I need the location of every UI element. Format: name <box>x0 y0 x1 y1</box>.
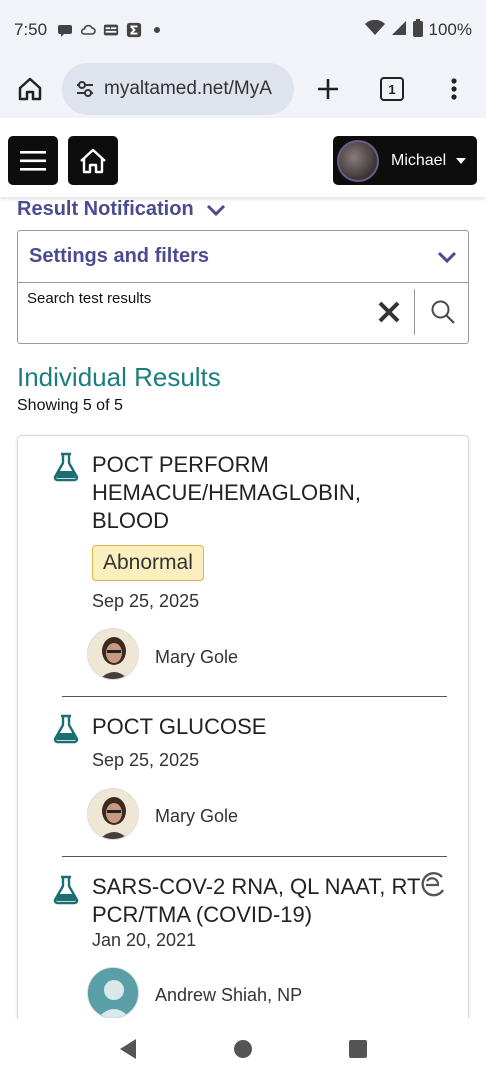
list-item[interactable]: POCT GLUCOSE Sep 25, 2025 Mary Gole <box>18 698 468 857</box>
url-text: myaltamed.net/MyA <box>104 78 272 99</box>
browser-menu-button[interactable] <box>434 69 474 109</box>
search-label: Search test results <box>27 290 152 307</box>
new-tab-button[interactable] <box>308 69 348 109</box>
status-badge: Abnormal <box>92 545 204 581</box>
home-icon <box>18 77 42 101</box>
avatar <box>337 139 379 182</box>
care-everywhere-icon <box>421 872 445 897</box>
test-date: Sep 25, 2025 <box>92 750 200 770</box>
list-item[interactable]: SARS-COV-2 RNA, QL NAAT, RT PCR/TMA (COV… <box>18 857 468 1034</box>
home-circle-icon <box>233 1040 252 1058</box>
app-home-button[interactable] <box>68 136 118 185</box>
plus-icon <box>318 79 338 99</box>
individual-results-title: Individual Results <box>17 362 221 392</box>
back-icon <box>119 1039 136 1059</box>
list-item[interactable]: POCT PERFORM HEMACUE/HEMAGLOBIN, BLOOD A… <box>18 436 468 698</box>
results-list: POCT PERFORM HEMACUE/HEMAGLOBIN, BLOOD A… <box>17 435 469 1035</box>
search-divider <box>414 289 415 335</box>
chevron-down-icon <box>206 204 225 216</box>
system-nav-bar <box>0 1018 486 1080</box>
dot-icon <box>149 22 165 38</box>
avatar <box>87 628 139 680</box>
search-button[interactable] <box>428 297 458 327</box>
avatar <box>87 788 139 840</box>
tab-switcher-button[interactable]: 1 <box>372 69 412 109</box>
avatar <box>87 967 139 1019</box>
test-date: Sep 25, 2025 <box>92 591 200 611</box>
provider-name: Mary Gole <box>155 647 239 667</box>
signal-icon <box>391 20 407 41</box>
status-bar: 7:50 100% <box>0 0 486 60</box>
notification-icons <box>57 22 165 38</box>
results-count: Showing 5 of 5 <box>17 397 123 414</box>
back-button[interactable] <box>108 1029 148 1069</box>
sigma-app-icon <box>126 22 142 38</box>
flask-icon <box>53 714 79 744</box>
close-icon <box>378 301 400 323</box>
cloud-icon <box>80 22 96 38</box>
user-name: Michael <box>391 151 447 169</box>
chevron-down-icon <box>437 251 457 263</box>
test-name: SARS-COV-2 RNA, QL NAAT, RT PCR/TMA (COV… <box>92 874 421 927</box>
test-name: POCT GLUCOSE <box>92 714 267 739</box>
result-notification-label: Result Notification <box>17 198 194 220</box>
flask-icon <box>53 875 79 905</box>
news-icon <box>103 22 119 38</box>
divider <box>62 696 447 697</box>
home-button[interactable] <box>223 1029 263 1069</box>
caret-down-icon <box>456 157 467 164</box>
more-vert-icon <box>451 78 457 100</box>
app-header: Michael <box>0 125 486 197</box>
recents-icon <box>349 1040 368 1058</box>
status-time: 7:50 <box>14 20 48 39</box>
hamburger-icon <box>20 150 46 171</box>
provider-name: Andrew Shiah, NP <box>155 985 303 1005</box>
clear-search-button[interactable] <box>375 298 403 326</box>
test-date: Jan 20, 2021 <box>92 930 197 950</box>
test-name: POCT PERFORM HEMACUE/HEMAGLOBIN, BLOOD <box>92 452 361 533</box>
recents-button[interactable] <box>338 1029 378 1069</box>
settings-filters-title: Settings and filters <box>29 245 210 267</box>
address-bar[interactable]: myaltamed.net/MyA <box>62 63 294 115</box>
search-icon <box>431 300 455 324</box>
browser-toolbar: myaltamed.net/MyA 1 <box>0 60 486 118</box>
flask-icon <box>53 452 79 482</box>
chat-icon <box>57 22 73 38</box>
battery-icon <box>412 18 423 42</box>
provider-name: Mary Gole <box>155 806 239 826</box>
result-notification-toggle[interactable]: Result Notification <box>17 198 226 221</box>
site-settings-icon[interactable] <box>74 78 96 100</box>
wifi-icon <box>364 19 385 41</box>
settings-filters-panel: Settings and filters Search test results <box>17 230 469 344</box>
browser-home-button[interactable] <box>10 69 50 109</box>
search-input[interactable]: Search test results <box>18 283 468 344</box>
main-menu-button[interactable] <box>8 136 58 185</box>
status-right: 100% <box>364 18 472 42</box>
battery-percent: 100% <box>428 20 472 39</box>
tab-count: 1 <box>380 77 404 101</box>
home-icon <box>80 148 106 173</box>
settings-filters-toggle[interactable]: Settings and filters <box>18 231 468 283</box>
user-menu-button[interactable]: Michael <box>333 136 477 185</box>
